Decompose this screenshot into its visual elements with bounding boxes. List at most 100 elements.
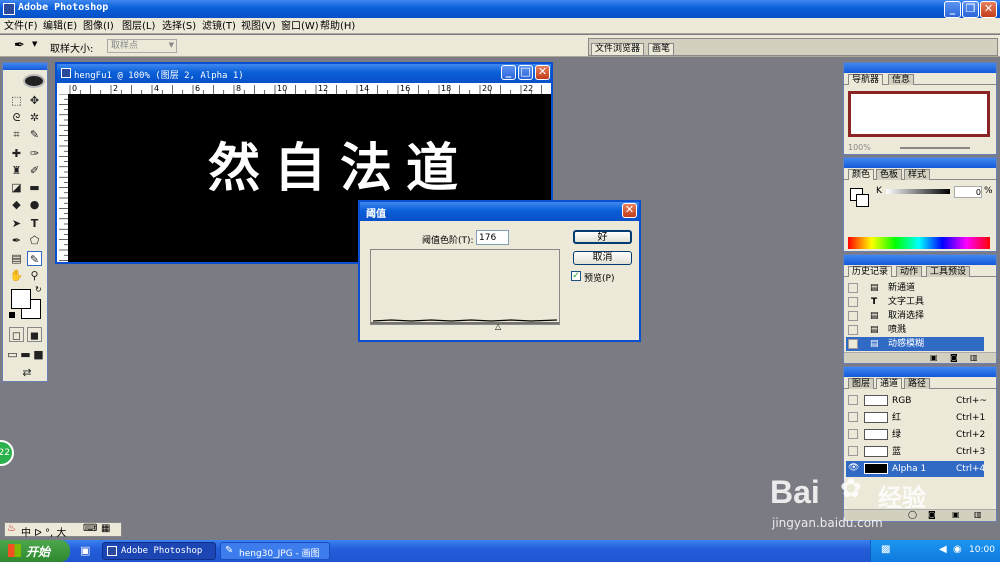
channel-row-blue[interactable]: 蓝 Ctrl+3 — [846, 444, 985, 460]
type-tool-icon[interactable]: T — [27, 216, 42, 231]
new-document-icon[interactable]: ▣ — [930, 353, 938, 362]
brush-tool-icon[interactable]: ✑ — [27, 146, 42, 161]
screen-mode-3-icon[interactable]: ■ — [33, 347, 44, 362]
eraser-tool-icon[interactable]: ◪ — [9, 180, 24, 195]
foreground-color-swatch[interactable] — [11, 289, 31, 309]
menu-help[interactable]: 帮助(H) — [320, 20, 355, 34]
eyedropper-tool-icon[interactable]: ✎ — [27, 251, 42, 266]
history-source-box[interactable] — [848, 339, 858, 349]
ime-tools-icon[interactable]: ▦ — [101, 523, 110, 534]
history-item[interactable]: ▤ 取消选择 — [846, 309, 984, 323]
trash-icon[interactable]: ▥ — [970, 353, 978, 362]
history-item[interactable]: ▤ 喷溅 — [846, 323, 984, 337]
ime-bar[interactable]: ♨ 中 ᐅ °, 大 ⌨ ▦ — [4, 522, 122, 539]
navigator-zoom-value[interactable]: 100% — [848, 143, 871, 152]
tab-brushes[interactable]: 画笔 — [648, 43, 675, 55]
color-k-input[interactable] — [954, 186, 982, 198]
tab-file-browser[interactable]: 文件浏览器 — [591, 43, 645, 55]
menu-edit[interactable]: 编辑(E) — [43, 20, 77, 34]
swap-colors-icon[interactable]: ↻ — [35, 285, 42, 294]
camera-icon[interactable]: ◙ — [950, 353, 958, 362]
tab-info[interactable]: 信息 — [888, 74, 915, 85]
tab-actions[interactable]: 动作 — [896, 266, 923, 277]
lasso-tool-icon[interactable]: ᘓ — [9, 110, 24, 125]
dialog-close-button[interactable]: ✕ — [622, 203, 637, 218]
crop-tool-icon[interactable]: ⌗ — [9, 127, 24, 142]
path-select-icon[interactable]: ➤ — [9, 216, 24, 231]
pen-tool-icon[interactable]: ✒ — [9, 233, 24, 248]
ok-button[interactable]: 好 — [573, 230, 632, 244]
menu-layer[interactable]: 图层(L) — [122, 20, 155, 34]
photoshop-eye-icon[interactable] — [23, 74, 45, 88]
close-button[interactable]: ✕ — [980, 1, 997, 18]
slice-tool-icon[interactable]: ✎ — [27, 127, 42, 142]
channel-row-green[interactable]: 绿 Ctrl+2 — [846, 427, 985, 443]
threshold-slider-handle-icon[interactable]: △ — [495, 322, 501, 331]
task-photoshop[interactable]: Adobe Photoshop — [102, 542, 216, 560]
history-item[interactable]: T 文字工具 — [846, 295, 984, 309]
healing-brush-icon[interactable]: ✚ — [9, 146, 24, 161]
volume-icon[interactable]: ◉ — [953, 544, 962, 555]
delete-channel-icon[interactable]: ▥ — [974, 510, 982, 519]
history-item[interactable]: ▤ 新通道 — [846, 281, 984, 295]
tab-swatches[interactable]: 色板 — [876, 169, 903, 180]
history-source-box[interactable] — [848, 283, 858, 293]
quick-mask-icon[interactable]: ◼ — [27, 327, 42, 342]
tab-tool-presets[interactable]: 工具预设 — [926, 266, 971, 277]
threshold-level-input[interactable] — [476, 230, 509, 245]
screen-mode-1-icon[interactable]: ▭ — [7, 347, 18, 362]
history-source-box[interactable] — [848, 297, 858, 307]
doc-maximize-button[interactable]: □ — [518, 65, 533, 80]
history-source-box[interactable] — [848, 311, 858, 321]
preview-checkbox[interactable]: ✓ — [571, 271, 581, 281]
sample-size-select[interactable]: 取样点 ▼ — [107, 39, 177, 53]
tab-layers[interactable]: 图层 — [848, 378, 875, 389]
stamp-tool-icon[interactable]: ♜ — [9, 163, 24, 178]
blur-tool-icon[interactable]: ◆ — [9, 197, 24, 212]
tray-app-icon[interactable]: ▩ — [881, 544, 890, 555]
doc-minimize-button[interactable]: _ — [501, 65, 516, 80]
hand-tool-icon[interactable]: ✋ — [9, 268, 24, 283]
keyboard-icon[interactable]: ⌨ — [83, 523, 97, 534]
tab-styles[interactable]: 样式 — [904, 169, 931, 180]
network-icon[interactable]: ◀ — [939, 544, 947, 555]
cancel-button[interactable]: 取消 — [573, 251, 632, 265]
doc-close-button[interactable]: ✕ — [535, 65, 550, 80]
magic-wand-icon[interactable]: ✲ — [27, 110, 42, 125]
default-colors-icon[interactable] — [9, 312, 15, 318]
menu-file[interactable]: 文件(F) — [4, 20, 38, 34]
notes-tool-icon[interactable]: ▤ — [9, 251, 24, 266]
color-k-slider[interactable] — [886, 189, 950, 194]
menu-filter[interactable]: 滤镜(T) — [202, 20, 236, 34]
gradient-tool-icon[interactable]: ▬ — [27, 180, 42, 195]
tab-history[interactable]: 历史记录 — [848, 266, 893, 277]
move-tool-icon[interactable]: ✥ — [27, 93, 42, 108]
tab-channels[interactable]: 通道 — [876, 378, 903, 389]
channel-visibility-box[interactable] — [848, 429, 858, 439]
marquee-tool-icon[interactable]: ⬚ — [9, 93, 24, 108]
screen-mode-2-icon[interactable]: ▬ — [20, 347, 31, 362]
menu-image[interactable]: 图像(I) — [83, 20, 114, 34]
restore-button[interactable]: ❐ — [962, 1, 979, 18]
clock[interactable]: 10:00 — [969, 545, 995, 555]
tab-paths[interactable]: 路径 — [904, 378, 931, 389]
menu-window[interactable]: 窗口(W) — [281, 20, 319, 34]
minimize-button[interactable]: _ — [944, 1, 961, 18]
start-button[interactable]: 开始 — [0, 540, 70, 562]
standard-mode-icon[interactable]: ◻ — [9, 327, 24, 342]
channel-row-red[interactable]: 红 Ctrl+1 — [846, 410, 985, 426]
quick-launch-icon[interactable]: ▣ — [80, 544, 90, 557]
task-paint[interactable]: ✎ heng30_JPG - 画图 — [220, 542, 330, 560]
channel-visibility-box[interactable] — [848, 395, 858, 405]
color-spectrum[interactable] — [848, 237, 990, 249]
channel-row-rgb[interactable]: RGB Ctrl+~ — [846, 393, 987, 409]
zoom-tool-icon[interactable]: ⚲ — [27, 268, 42, 283]
menu-select[interactable]: 选择(S) — [162, 20, 196, 34]
navigator-zoom-slider[interactable] — [900, 147, 970, 149]
counter-badge[interactable]: 22 — [0, 440, 14, 466]
tab-navigator[interactable]: 导航器 — [848, 74, 884, 85]
tool-preset-arrow-icon[interactable]: ▼ — [32, 40, 37, 48]
eyedropper-icon[interactable]: ✒ — [14, 38, 25, 53]
dodge-tool-icon[interactable]: ● — [27, 197, 42, 212]
color-bg-swatch[interactable] — [856, 194, 869, 207]
